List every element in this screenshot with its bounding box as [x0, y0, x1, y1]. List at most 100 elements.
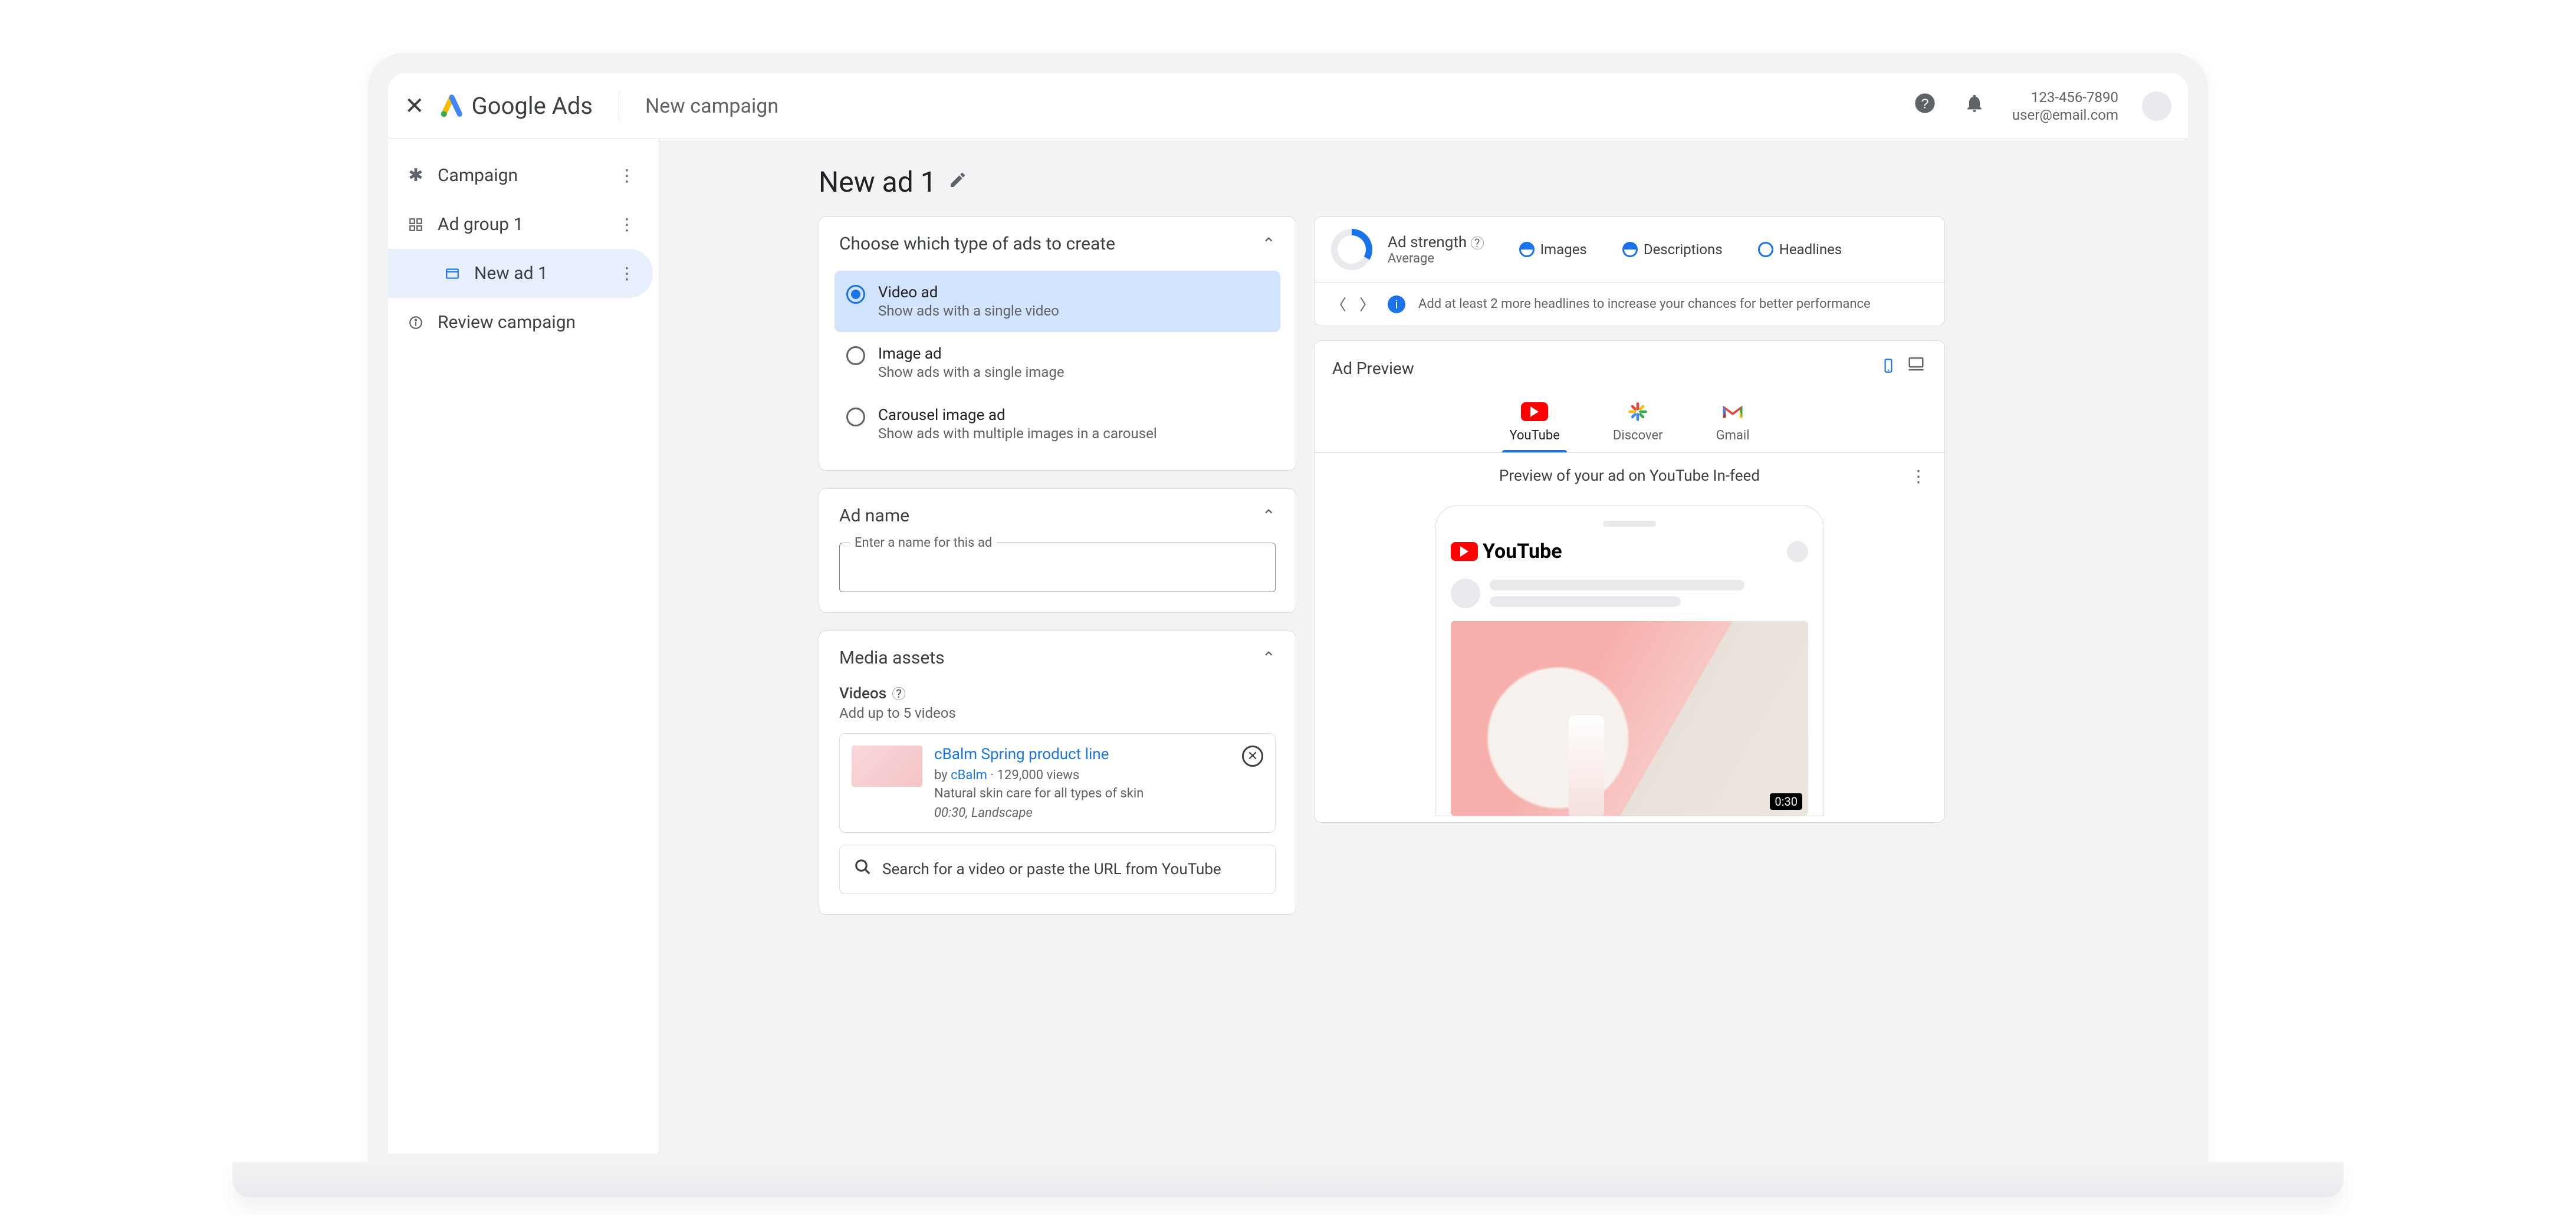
account-info[interactable]: 123-456-7890 user@email.com [2012, 88, 2118, 124]
ad-strength-label: Ad strength [1388, 234, 1467, 251]
ad-name-heading: Ad name [839, 505, 909, 526]
device-desktop-icon[interactable] [1905, 355, 1927, 381]
sidebar-item-newad[interactable]: New ad 1 ⋮ [388, 249, 653, 298]
ad-type-option-subtitle: Show ads with a single video [878, 303, 1059, 319]
radio-icon [846, 285, 865, 304]
ad-type-option-title: Video ad [878, 284, 1059, 301]
ad-strength-checks: Images Descriptions Headlines [1519, 241, 1928, 258]
preview-tab-youtube[interactable]: YouTube [1509, 401, 1559, 452]
strength-tip-text: Add at least 2 more headlines to increas… [1418, 295, 1928, 313]
help-tooltip-icon[interactable]: ? [892, 687, 905, 700]
check-indicator-icon [1622, 242, 1638, 257]
more-icon[interactable]: ⋮ [619, 166, 635, 185]
yt-avatar [1787, 541, 1808, 562]
remove-video-icon[interactable]: ✕ [1242, 746, 1263, 767]
help-tooltip-icon[interactable]: ? [1471, 237, 1484, 249]
video-asset-item: cBalm Spring product line by cBalm · 129… [839, 733, 1276, 833]
video-byline: by cBalm · 129,000 views [934, 767, 1263, 785]
ad-strength-card: Ad strength ? Average Images Description… [1314, 216, 1945, 326]
ad-strength-value: Average [1388, 251, 1484, 266]
phone-speaker [1603, 521, 1656, 527]
ad-name-label: Enter a name for this ad [850, 536, 997, 550]
info-badge-icon: i [1388, 295, 1405, 313]
videos-hint: Add up to 5 videos [839, 705, 1276, 721]
video-title-link[interactable]: cBalm Spring product line [934, 746, 1263, 763]
video-thumbnail[interactable] [852, 746, 922, 787]
asterisk-icon: ✱ [406, 166, 426, 186]
sidebar-item-label: Ad group 1 [438, 214, 523, 235]
tip-prev-icon[interactable]: 〈 [1331, 293, 1346, 315]
check-indicator-icon [1519, 242, 1535, 257]
ad-icon [442, 264, 462, 284]
breadcrumb: New campaign [645, 94, 778, 118]
notifications-icon[interactable] [1964, 92, 1985, 120]
media-assets-card: Media assets ⌃ Videos ? Add up to 5 vide… [819, 631, 1296, 915]
laptop-frame: ✕ Google Ads New campaign ? 123-456-7890 [368, 53, 2208, 1174]
video-search-placeholder: Search for a video or paste the URL from… [882, 861, 1221, 878]
media-assets-header[interactable]: Media assets ⌃ [819, 631, 1296, 685]
ad-type-option-carousel[interactable]: Carousel image ad Show ads with multiple… [834, 393, 1280, 455]
preview-tab-discover[interactable]: Discover [1613, 401, 1663, 452]
video-author-link[interactable]: cBalm [951, 768, 987, 783]
search-icon [854, 858, 872, 881]
ad-name-card: Ad name ⌃ Enter a name for this ad [819, 488, 1296, 613]
ad-name-header[interactable]: Ad name ⌃ [819, 489, 1296, 543]
close-icon[interactable]: ✕ [405, 92, 425, 120]
videos-section-title: Videos [839, 685, 886, 702]
brand-logo[interactable]: Google Ads [440, 92, 593, 120]
info-icon [406, 313, 426, 333]
video-dimensions: 00:30, Landscape [934, 806, 1263, 820]
discover-icon [1624, 401, 1651, 422]
sidebar-item-label: Review campaign [438, 312, 576, 333]
account-email: user@email.com [2012, 106, 2118, 124]
skeleton-placeholder [1451, 579, 1808, 608]
phone-mockup: YouTube [1435, 505, 1824, 816]
chevron-up-icon: ⌃ [1262, 648, 1276, 668]
ad-type-option-video[interactable]: Video ad Show ads with a single video [834, 271, 1280, 332]
sidebar-item-review[interactable]: Review campaign [388, 298, 653, 347]
sidebar: ✱Campaign ⋮ Ad group 1 ⋮ New ad 1 ⋮ [388, 139, 659, 1154]
avatar[interactable] [2142, 91, 2171, 121]
ad-preview-title: Ad Preview [1332, 359, 1414, 378]
gmail-icon [1719, 401, 1746, 422]
edit-icon[interactable] [948, 170, 967, 195]
svg-text:?: ? [1921, 96, 1928, 111]
more-icon[interactable]: ⋮ [1910, 467, 1927, 486]
more-icon[interactable]: ⋮ [619, 264, 635, 283]
preview-tab-gmail[interactable]: Gmail [1716, 401, 1750, 452]
ad-type-card: Choose which type of ads to create ⌃ Vid… [819, 216, 1296, 471]
ad-strength-gauge-icon [1331, 229, 1372, 270]
app-window: ✕ Google Ads New campaign ? 123-456-7890 [388, 73, 2188, 1154]
ad-preview-card: Ad Preview [1314, 340, 1945, 823]
radio-icon [846, 346, 865, 365]
preview-caption: Preview of your ad on YouTube In-feed [1499, 467, 1760, 485]
grid-icon [406, 215, 426, 235]
video-description: Natural skin care for all types of skin [934, 785, 1263, 803]
youtube-play-icon [1451, 542, 1478, 561]
ad-type-heading: Choose which type of ads to create [839, 234, 1115, 254]
ad-type-option-title: Image ad [878, 345, 1064, 363]
video-preview-thumbnail: 0:30 [1451, 621, 1808, 816]
brand-name: Google Ads [472, 92, 593, 120]
top-bar: ✕ Google Ads New campaign ? 123-456-7890 [388, 73, 2188, 139]
youtube-logo: YouTube [1451, 540, 1562, 563]
check-indicator-icon [1758, 242, 1773, 257]
media-assets-heading: Media assets [839, 648, 945, 668]
ad-type-option-subtitle: Show ads with a single image [878, 364, 1064, 380]
sidebar-item-adgroup[interactable]: Ad group 1 ⋮ [388, 200, 653, 249]
page-title: New ad 1 [819, 165, 937, 199]
ad-type-option-subtitle: Show ads with multiple images in a carou… [878, 425, 1157, 442]
sidebar-item-campaign[interactable]: ✱Campaign ⋮ [388, 151, 653, 200]
ad-type-header[interactable]: Choose which type of ads to create ⌃ [819, 217, 1296, 271]
ad-type-option-image[interactable]: Image ad Show ads with a single image [834, 332, 1280, 393]
google-ads-logo-icon [440, 94, 464, 118]
chevron-up-icon: ⌃ [1262, 234, 1276, 254]
tip-next-icon[interactable]: 〉 [1359, 293, 1375, 315]
device-mobile-icon[interactable] [1881, 355, 1896, 381]
video-search-input[interactable]: Search for a video or paste the URL from… [839, 845, 1276, 894]
video-duration-badge: 0:30 [1770, 793, 1802, 810]
main-content: New ad 1 Choose which type of ads to cre… [659, 139, 2188, 1154]
help-icon[interactable]: ? [1913, 91, 1937, 121]
more-icon[interactable]: ⋮ [619, 215, 635, 234]
laptop-base [232, 1162, 2344, 1197]
